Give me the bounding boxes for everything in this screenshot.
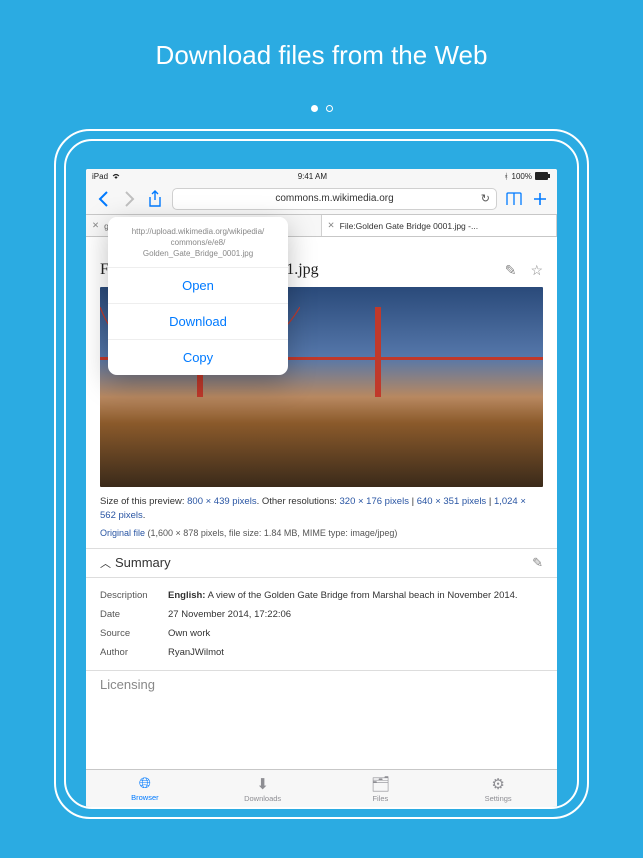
browser-toolbar: commons.m.wikimedia.org ↻ <box>86 183 557 215</box>
chevron-up-icon: ︿ <box>100 558 111 570</box>
edit-icon[interactable]: ✎ <box>532 555 543 571</box>
popover-url: http://upload.wikimedia.org/wikipedia/ c… <box>108 217 288 268</box>
bookmarks-button[interactable] <box>505 192 523 206</box>
edit-icon[interactable]: ✎ <box>505 262 517 279</box>
close-icon[interactable]: ✕ <box>92 220 99 231</box>
popover-download[interactable]: Download <box>108 304 288 340</box>
url-bar[interactable]: commons.m.wikimedia.org ↻ <box>172 188 497 210</box>
back-button[interactable] <box>94 191 112 207</box>
share-button[interactable] <box>146 190 164 207</box>
tab-browser[interactable]: 🌐︎Browser <box>86 770 204 807</box>
table-row: DescriptionEnglish: A view of the Golden… <box>100 586 543 605</box>
hero-title: Download files from the Web <box>0 0 643 99</box>
download-icon: ⬇ <box>256 775 269 793</box>
res-link-2[interactable]: 640 × 351 pixels <box>417 496 486 507</box>
table-row: AuthorRyanJWilmot <box>100 643 543 662</box>
tab-label: File:Golden Gate Bridge 0001.jpg -... <box>340 221 478 231</box>
original-file-line: Original file (1,600 × 878 pixels, file … <box>86 528 557 548</box>
bottom-tab-bar: 🌐︎Browser ⬇Downloads 🗂︎Files ⚙Settings <box>86 769 557 807</box>
tab-2[interactable]: ✕ File:Golden Gate Bridge 0001.jpg -... <box>322 215 558 236</box>
res-link-1[interactable]: 320 × 176 pixels <box>340 496 409 507</box>
table-row: SourceOwn work <box>100 624 543 643</box>
image-meta: Size of this preview: 800 × 439 pixels. … <box>86 495 557 528</box>
new-tab-button[interactable] <box>531 191 549 207</box>
licensing-header[interactable]: Licensing <box>86 670 557 698</box>
popover-copy[interactable]: Copy <box>108 340 288 375</box>
device-frame-inner: iPad 9:41 AM ᚼ 100% commons.m.wikimedia.… <box>64 139 579 809</box>
wifi-icon <box>111 172 121 180</box>
globe-icon: 🌐︎ <box>139 775 151 792</box>
share-popover: http://upload.wikimedia.org/wikipedia/ c… <box>108 217 288 375</box>
battery-label: 100% <box>512 172 532 181</box>
device-label: iPad <box>92 172 108 181</box>
status-time: 9:41 AM <box>298 172 327 181</box>
device-frame-outer: iPad 9:41 AM ᚼ 100% commons.m.wikimedia.… <box>54 129 589 819</box>
size-link[interactable]: 800 × 439 pixels <box>187 496 256 507</box>
original-file-link[interactable]: Original file <box>100 528 145 538</box>
tab-files[interactable]: 🗂︎Files <box>322 770 440 807</box>
summary-header[interactable]: ︿Summary ✎ <box>86 548 557 578</box>
close-icon[interactable]: ✕ <box>328 220 335 231</box>
gear-icon: ⚙ <box>491 775 504 793</box>
popover-open[interactable]: Open <box>108 268 288 304</box>
url-text: commons.m.wikimedia.org <box>275 193 393 204</box>
folder-icon: 🗂︎ <box>371 775 390 793</box>
tab-settings[interactable]: ⚙Settings <box>439 770 557 807</box>
page-dots <box>0 99 643 117</box>
forward-button <box>120 191 138 207</box>
reload-icon[interactable]: ↻ <box>481 192 490 205</box>
screen: iPad 9:41 AM ᚼ 100% commons.m.wikimedia.… <box>86 169 557 807</box>
star-icon[interactable]: ☆ <box>530 262 543 279</box>
battery-icon <box>535 172 551 180</box>
tab-downloads[interactable]: ⬇Downloads <box>204 770 322 807</box>
summary-table: DescriptionEnglish: A view of the Golden… <box>86 578 557 670</box>
bluetooth-icon: ᚼ <box>504 172 509 181</box>
status-bar: iPad 9:41 AM ᚼ 100% <box>86 169 557 183</box>
table-row: Date27 November 2014, 17:22:06 <box>100 605 543 624</box>
